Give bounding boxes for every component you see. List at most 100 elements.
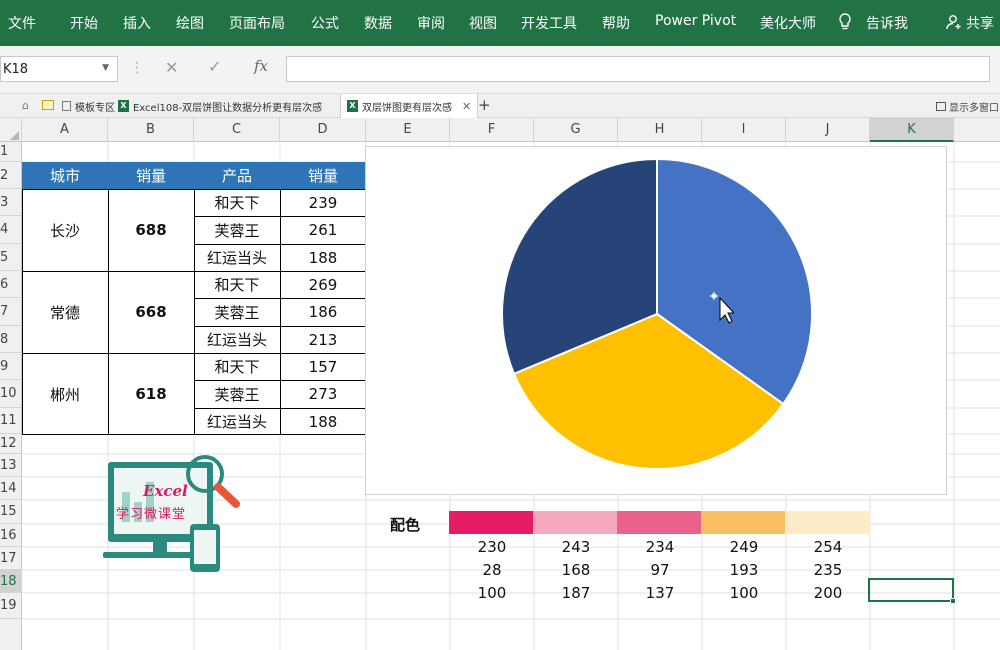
- show-multiple-windows-button[interactable]: 显示多窗口: [936, 94, 999, 118]
- tab-templates[interactable]: 模板专区: [62, 94, 115, 118]
- column-header-j[interactable]: J: [786, 118, 870, 142]
- palette-green-value[interactable]: 28: [450, 561, 534, 579]
- palette-blue-value[interactable]: 100: [450, 584, 534, 602]
- table-cell-product[interactable]: 红运当头: [194, 408, 280, 435]
- column-header-a[interactable]: A: [22, 118, 108, 142]
- row-header-3[interactable]: 3: [0, 189, 22, 216]
- pie-chart[interactable]: [366, 147, 946, 494]
- table-cell-sales[interactable]: 213: [280, 326, 366, 353]
- palette-blue-value[interactable]: 187: [534, 584, 618, 602]
- table-cell-product[interactable]: 红运当头: [194, 244, 280, 271]
- palette-green-value[interactable]: 235: [786, 561, 870, 579]
- menu-review[interactable]: 审阅: [417, 13, 445, 33]
- menu-page-layout[interactable]: 页面布局: [229, 13, 285, 33]
- table-cell-product[interactable]: 芙蓉王: [194, 298, 280, 326]
- fill-handle[interactable]: [950, 598, 956, 604]
- table-cell-sales[interactable]: 239: [280, 189, 366, 216]
- row-header-14[interactable]: 14: [0, 477, 22, 500]
- row-header-19[interactable]: 19: [0, 593, 22, 619]
- color-swatch[interactable]: [785, 511, 869, 534]
- home-icon[interactable]: ⌂: [22, 99, 29, 112]
- table-cell-product[interactable]: 红运当头: [194, 326, 280, 353]
- row-header-16[interactable]: 16: [0, 524, 22, 547]
- column-header-k[interactable]: K: [870, 118, 954, 142]
- table-cell-sales[interactable]: 188: [280, 244, 366, 271]
- palette-red-value[interactable]: 249: [702, 538, 786, 556]
- table-cell-city[interactable]: 常德: [22, 271, 108, 353]
- row-header-13[interactable]: 13: [0, 454, 22, 477]
- tab-workbook-1[interactable]: X Excel108-双层饼图让数据分析更有层次感: [118, 94, 322, 118]
- column-header-h[interactable]: H: [618, 118, 702, 142]
- cancel-icon[interactable]: ✕: [165, 58, 178, 77]
- palette-blue-value[interactable]: 100: [702, 584, 786, 602]
- palette-red-value[interactable]: 234: [618, 538, 702, 556]
- row-header-7[interactable]: 7: [0, 298, 22, 326]
- tell-me-search[interactable]: 告诉我: [866, 13, 908, 33]
- menu-beautify-master[interactable]: 美化大师: [760, 13, 816, 33]
- table-header-city[interactable]: 城市: [22, 162, 108, 189]
- menu-view[interactable]: 视图: [469, 13, 497, 33]
- table-cell-product[interactable]: 芙蓉王: [194, 216, 280, 244]
- table-header-product[interactable]: 产品: [194, 162, 280, 189]
- table-cell-city[interactable]: 郴州: [22, 353, 108, 435]
- palette-blue-value[interactable]: 200: [786, 584, 870, 602]
- table-cell-product[interactable]: 和天下: [194, 271, 280, 298]
- menu-help[interactable]: 帮助: [602, 13, 630, 33]
- tab-workbook-2[interactable]: X 双层饼图更有层次感 ✕: [340, 94, 479, 118]
- column-header-d[interactable]: D: [280, 118, 366, 142]
- table-header-product-sales[interactable]: 销量: [280, 162, 366, 189]
- palette-blue-value[interactable]: 137: [618, 584, 702, 602]
- menu-formulas[interactable]: 公式: [311, 13, 339, 33]
- table-header-total-sales[interactable]: 销量: [108, 162, 194, 189]
- close-icon[interactable]: ✕: [462, 100, 471, 113]
- table-cell-product[interactable]: 和天下: [194, 353, 280, 380]
- column-header-c[interactable]: C: [194, 118, 280, 142]
- menu-power-pivot[interactable]: Power Pivot: [655, 13, 736, 29]
- palette-green-value[interactable]: 193: [702, 561, 786, 579]
- insert-function-icon[interactable]: fx: [254, 57, 268, 75]
- row-header-17[interactable]: 17: [0, 547, 22, 570]
- palette-red-value[interactable]: 243: [534, 538, 618, 556]
- row-header-9[interactable]: 9: [0, 353, 22, 380]
- table-cell-sales[interactable]: 261: [280, 216, 366, 244]
- color-swatch[interactable]: [449, 511, 533, 534]
- share-button[interactable]: 共享: [966, 13, 994, 33]
- color-swatch[interactable]: [701, 511, 785, 534]
- menu-developer[interactable]: 开发工具: [521, 13, 577, 33]
- table-cell-city[interactable]: 长沙: [22, 189, 108, 271]
- menu-file[interactable]: 文件: [8, 13, 36, 33]
- name-box[interactable]: K18 ▼: [0, 56, 118, 82]
- menu-data[interactable]: 数据: [364, 13, 392, 33]
- column-header-g[interactable]: G: [534, 118, 618, 142]
- table-cell-sales[interactable]: 188: [280, 408, 366, 435]
- row-header-4[interactable]: 4: [0, 216, 22, 244]
- drag-handle-icon[interactable]: ⋮: [130, 60, 144, 76]
- folder-icon[interactable]: [42, 100, 54, 110]
- table-cell-sales[interactable]: 273: [280, 380, 366, 408]
- table-cell-sales[interactable]: 269: [280, 271, 366, 298]
- row-header-6[interactable]: 6: [0, 271, 22, 298]
- palette-red-value[interactable]: 254: [786, 538, 870, 556]
- active-cell-selection[interactable]: [868, 578, 954, 602]
- row-header-11[interactable]: 11: [0, 408, 22, 434]
- row-header-10[interactable]: 10: [0, 380, 22, 408]
- column-header-i[interactable]: I: [702, 118, 786, 142]
- table-cell-total[interactable]: 618: [108, 353, 194, 435]
- table-cell-product[interactable]: 芙蓉王: [194, 380, 280, 408]
- column-header-b[interactable]: B: [108, 118, 194, 142]
- palette-green-value[interactable]: 97: [618, 561, 702, 579]
- table-cell-product[interactable]: 和天下: [194, 189, 280, 216]
- row-header-2[interactable]: 2: [0, 162, 22, 189]
- color-swatch[interactable]: [533, 511, 617, 534]
- formula-input[interactable]: [286, 56, 990, 82]
- row-header-8[interactable]: 8: [0, 326, 22, 353]
- row-header-12[interactable]: 12: [0, 434, 22, 454]
- chevron-down-icon[interactable]: ▼: [102, 63, 109, 73]
- table-cell-sales[interactable]: 186: [280, 298, 366, 326]
- check-icon[interactable]: ✓: [208, 57, 221, 76]
- add-tab-icon[interactable]: +: [478, 96, 491, 114]
- palette-red-value[interactable]: 230: [450, 538, 534, 556]
- row-header-15[interactable]: 15: [0, 500, 22, 524]
- menu-insert[interactable]: 插入: [123, 13, 151, 33]
- column-header-e[interactable]: E: [366, 118, 450, 142]
